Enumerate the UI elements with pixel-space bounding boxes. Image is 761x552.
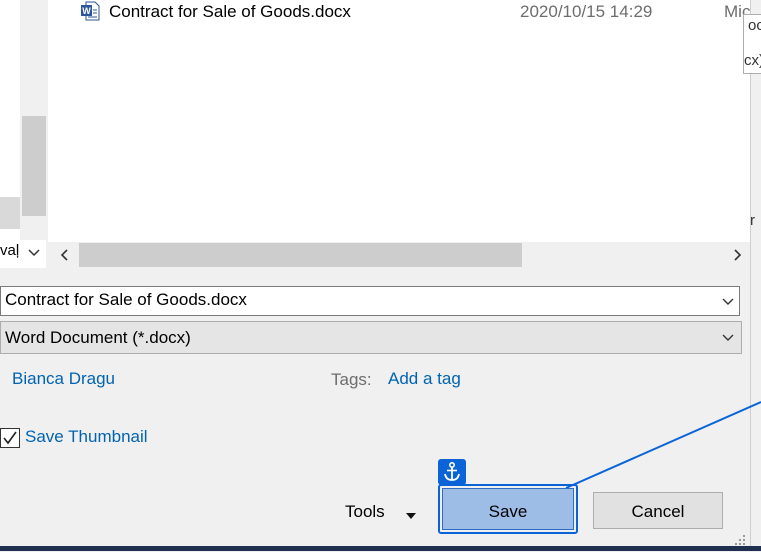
details-fragment: cx) [744,52,761,69]
save-thumbnail-checkbox[interactable] [0,428,20,448]
tags-label: Tags: [331,370,372,389]
chevron-left-icon[interactable] [56,246,74,264]
chevron-right-icon[interactable] [728,246,746,264]
tools-label[interactable]: Tools [345,502,385,522]
details-pane [751,0,761,551]
navigation-item-label[interactable]: vaļ [0,242,24,264]
details-fragment: r [750,212,755,229]
cancel-button-label[interactable]: Cancel [593,502,723,522]
anchor-icon [438,459,466,485]
filetype-value[interactable]: Word Document (*.docx) [5,328,191,348]
svg-text:W: W [82,6,91,16]
caret-down-icon[interactable] [404,506,418,519]
save-button-label[interactable]: Save [442,502,574,522]
chevron-down-icon[interactable] [720,330,736,344]
file-list[interactable] [48,0,752,242]
file-date-modified: 2020/10/15 14:29 [520,2,653,21]
details-fragment: oc [748,17,761,34]
file-name[interactable]: Contract for Sale of Goods.docx [109,2,351,22]
navigation-selected-item[interactable] [0,197,20,229]
resize-grip-icon[interactable] [733,532,747,546]
chevron-down-icon[interactable] [26,244,42,262]
chevron-down-icon[interactable] [720,294,736,308]
author-link[interactable]: Bianca Dragu [12,369,115,389]
navigation-scrollbar-thumb[interactable] [22,116,46,216]
horizontal-scrollbar-thumb[interactable] [79,243,522,267]
add-tag-link[interactable]: Add a tag [388,369,461,389]
window-bottom-edge [0,546,761,551]
word-document-icon: W [80,1,100,21]
filename-value[interactable]: Contract for Sale of Goods.docx [5,290,247,310]
checkmark-icon [3,431,17,445]
save-thumbnail-label[interactable]: Save Thumbnail [25,427,148,447]
